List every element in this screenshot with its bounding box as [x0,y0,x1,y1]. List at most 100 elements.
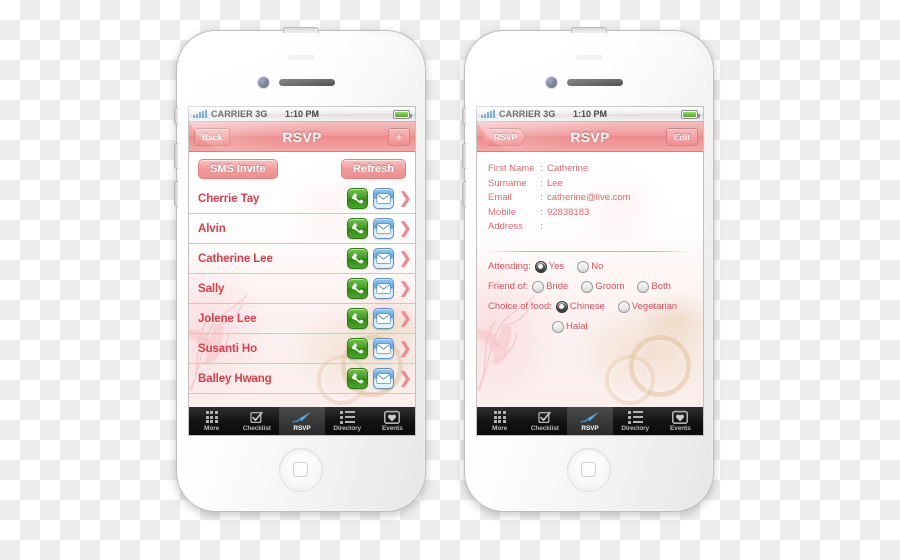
radio-button-icon[interactable] [552,320,564,333]
heart-badge-icon [384,410,401,424]
radio-option[interactable]: No [577,260,604,273]
radio-option[interactable]: Halal [552,320,588,333]
mute-switch[interactable] [174,107,178,125]
contact-detail-fields: First Name: Catherine Surname: Lee Email: cat… [477,152,703,235]
envelope-icon[interactable] [373,188,394,209]
radio-option-label: No [591,261,604,272]
chevron-right-icon[interactable]: ❯ [399,311,412,326]
field-value: catherine@live.com [547,192,631,203]
contact-row[interactable]: Balley Hwang ❯ [189,364,415,394]
mute-switch[interactable] [462,107,466,125]
field-row: First Name: Catherine [488,162,703,177]
pen-icon [580,411,599,423]
checkbox-icon [538,410,552,423]
contact-row[interactable]: Cherrie Tay ❯ [189,184,415,214]
phone-icon[interactable] [347,278,368,299]
wedding-ring-decoration [629,335,691,397]
phone-icon[interactable] [347,248,368,269]
radio-button-icon[interactable] [617,300,630,313]
contact-name: Balley Hwang [198,372,272,385]
envelope-icon[interactable] [373,218,394,239]
tab-more[interactable]: More [477,407,522,435]
volume-down-button[interactable] [174,181,178,207]
chevron-right-icon[interactable]: ❯ [399,251,412,266]
volume-up-button[interactable] [462,143,466,169]
power-button[interactable] [283,27,319,33]
phone-icon[interactable] [347,338,368,359]
contact-row[interactable]: Jolene Lee ❯ [189,304,415,334]
radio-button-icon[interactable] [577,260,590,273]
tab-checklist[interactable]: Checklist [234,407,279,435]
field-label: Address [488,221,523,232]
tab-checklist[interactable]: Checklist [522,407,567,435]
envelope-icon[interactable] [373,248,394,269]
volume-up-button[interactable] [174,143,178,169]
phone-icon[interactable] [347,368,368,389]
screen-detail: CARRIER 3G 1:10 PM RSVP RSVP Edit First … [477,107,703,435]
radio-option[interactable]: Bride [532,280,568,293]
chevron-right-icon[interactable]: ❯ [399,281,412,296]
tab-rsvp[interactable]: RSVP [567,407,613,435]
tab-events[interactable]: Events [658,407,703,435]
envelope-icon[interactable] [373,278,394,299]
phone-icon[interactable] [347,188,368,209]
checkbox-icon [538,410,552,424]
radio-option-label: Chinese [569,301,605,312]
tab-directory[interactable]: Directory [613,407,658,435]
radio-button-icon[interactable] [555,300,568,313]
radio-option[interactable]: Both [637,280,671,293]
home-button[interactable] [279,448,323,492]
power-button[interactable] [571,27,607,33]
contact-row[interactable]: Sally ❯ [189,274,415,304]
radio-button-icon[interactable] [637,280,650,293]
contact-name: Susanti Ho [198,342,258,355]
radio-button-icon[interactable] [534,260,547,273]
chevron-right-icon[interactable]: ❯ [399,191,412,206]
radio-group: Choice of food: Chinese Vegetarian [488,300,703,313]
contact-row[interactable]: Alvin ❯ [189,214,415,244]
tab-directory[interactable]: Directory [325,407,370,435]
radio-option-label: Halal [566,321,588,332]
checkbox-icon [250,410,264,424]
phone-icon[interactable] [347,308,368,329]
phone-icon[interactable] [347,218,368,239]
tab-rsvp[interactable]: RSVP [279,407,325,435]
tab-label: RSVP [293,425,311,432]
field-label: Email [488,192,512,203]
radio-option[interactable]: Chinese [555,300,605,313]
edit-button[interactable]: Edit [665,128,698,146]
chevron-right-icon[interactable]: ❯ [399,341,412,356]
back-button[interactable]: Back [194,128,231,146]
add-contact-button[interactable]: + [388,128,410,146]
field-label: First Name [488,163,535,174]
back-button[interactable]: RSVP [482,128,526,146]
refresh-button[interactable]: Refresh [341,159,406,179]
home-button[interactable] [567,448,611,492]
envelope-icon[interactable] [373,338,394,359]
envelope-icon[interactable] [373,308,394,329]
radio-option[interactable]: Yes [534,260,564,273]
list-icon [627,410,643,424]
page-title: RSVP [282,128,322,145]
clock-label: 1:10 PM [572,109,607,119]
volume-down-button[interactable] [462,181,466,207]
radio-button-icon[interactable] [581,280,594,293]
contact-row[interactable]: Catherine Lee ❯ [189,244,415,274]
contact-name: Cherrie Tay [198,192,260,205]
chevron-right-icon[interactable]: ❯ [399,371,412,386]
clock-label: 1:10 PM [284,109,319,119]
sms-invite-button[interactable]: SMS Invite [198,159,278,179]
tab-label: RSVP [581,425,599,432]
tab-events[interactable]: Events [370,407,415,435]
radio-group: Friend of: Bride Groom Both [488,280,703,293]
radio-option[interactable]: Vegetarian [617,300,677,313]
status-bar: CARRIER 3G 1:10 PM [189,107,415,122]
envelope-icon[interactable] [373,368,394,389]
contact-row[interactable]: Susanti Ho ❯ [189,334,415,364]
tab-label: Checklist [530,425,559,432]
chevron-right-icon[interactable]: ❯ [399,221,412,236]
iphone-device-right: CARRIER 3G 1:10 PM RSVP RSVP Edit First … [462,27,714,512]
tab-more[interactable]: More [189,407,234,435]
radio-button-icon[interactable] [532,280,545,293]
radio-option[interactable]: Groom [581,280,624,293]
